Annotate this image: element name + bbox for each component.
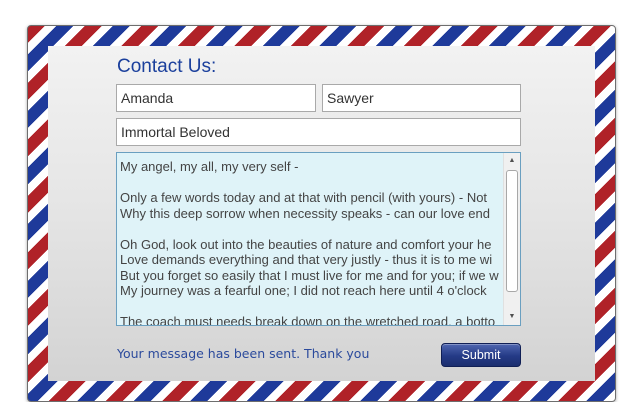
message-line: Why this deep sorrow when necessity spea… xyxy=(120,205,490,221)
message-text[interactable]: My angel, my all, my very self - Only a … xyxy=(120,159,502,325)
message-line: My angel, my all, my very self - xyxy=(120,159,299,174)
submit-button[interactable]: Submit xyxy=(441,343,521,367)
message-line xyxy=(120,299,502,315)
scroll-down-arrow-icon[interactable]: ▼ xyxy=(504,309,520,325)
last-name-field[interactable] xyxy=(322,84,521,112)
message-line: The coach must needs break down on the w… xyxy=(120,314,496,325)
first-name-field[interactable] xyxy=(116,84,316,112)
message-line: My journey was a fearful one; I did not … xyxy=(120,283,487,298)
message-line: Love demands everything and that very ju… xyxy=(120,252,493,267)
message-textarea[interactable]: My angel, my all, my very self - Only a … xyxy=(116,152,521,326)
message-scrollbar[interactable]: ▲ ▼ xyxy=(503,153,520,325)
message-line: But you forget so easily that I must liv… xyxy=(120,267,499,283)
page-title: Contact Us: xyxy=(117,56,217,77)
message-line xyxy=(120,221,502,237)
subject-field[interactable] xyxy=(116,118,521,146)
scroll-up-arrow-icon[interactable]: ▲ xyxy=(504,153,520,169)
message-line xyxy=(120,175,502,191)
message-line: Oh God, look out into the beauties of na… xyxy=(120,236,492,252)
message-line: Only a few words today and at that with … xyxy=(120,190,488,205)
scroll-thumb[interactable] xyxy=(506,170,518,292)
status-message: Your message has been sent. Thank you xyxy=(117,346,370,361)
